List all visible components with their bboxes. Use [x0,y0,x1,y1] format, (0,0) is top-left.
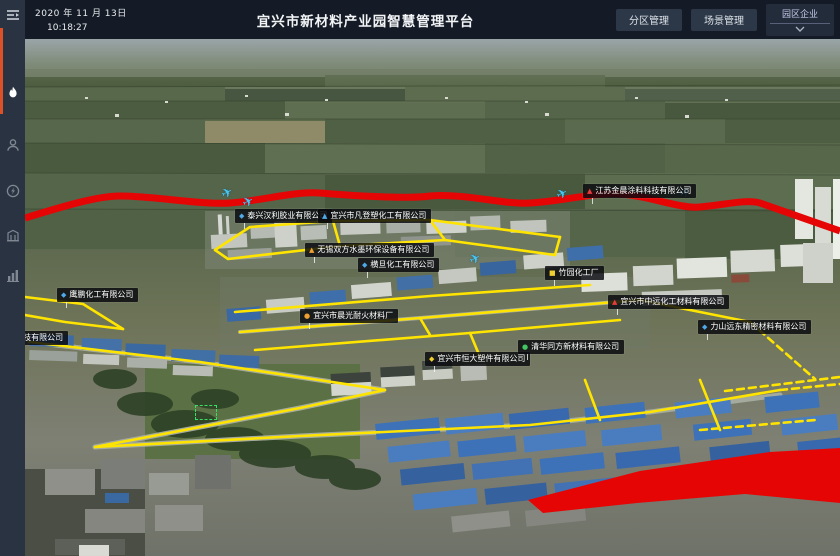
company-label[interactable]: ▲江苏金晨涂料科技有限公司 [583,184,696,198]
company-label[interactable]: ◆横旦化工有限公司 [358,258,439,272]
park-enterprise-label: 园区企业 [782,7,818,20]
company-marker-icon: ▲ [309,247,314,254]
company-name: 无锡双方水墨环保设备有限公司 [317,246,429,254]
datetime-block: 2020 年 11 月 13日 10:18:27 [25,6,145,33]
scene-management-button[interactable]: 场景管理 [691,9,757,31]
company-marker-icon: ◆ [702,324,707,331]
company-marker-icon: ▲ [587,188,592,195]
bar-chart-icon[interactable] [4,266,21,283]
company-name: 远东园环保科技有限公司 [25,334,63,342]
power-icon[interactable] [4,182,21,199]
company-marker-icon: ■ [549,270,556,277]
company-label[interactable]: ▲无锡双方水墨环保设备有限公司 [305,243,434,257]
menu-collapse-icon[interactable] [4,6,21,23]
map-3d-view[interactable]: ◆泰兴汉利胶业有限公司▲宜兴市凡登塑化工有限公司▲无锡双方水墨环保设备有限公司◆… [25,39,840,556]
chevron-down-icon [795,26,805,32]
company-label[interactable]: ●远东园环保科技有限公司 [25,331,68,345]
company-marker-icon: ◆ [429,356,434,363]
company-name: 泰兴汉利胶业有限公司 [247,212,327,220]
company-name: 竹园化工厂 [559,269,599,277]
company-name: 清华同方新材料有限公司 [531,343,619,351]
company-marker-icon: ◆ [362,262,367,269]
flame-icon[interactable] [4,84,21,101]
company-label[interactable]: ●清华同方新材料有限公司 [518,340,624,354]
company-label[interactable]: ●宜兴市晨光耐火材料厂 [300,309,398,323]
dropdown-divider [770,23,830,24]
company-name: 江苏金晨涂料科技有限公司 [595,187,691,195]
company-marker-icon: ● [522,344,528,351]
current-date: 2020 年 11 月 13日 [35,6,145,19]
company-label[interactable]: ◆力山远东精密材料有限公司 [698,320,811,334]
aircraft-marker-icon[interactable]: ✈ [467,250,484,268]
smart-park-platform: 2020 年 11 月 13日 10:18:27 宜兴市新材料产业园智慧管理平台… [0,0,840,556]
company-marker-icon: ● [304,313,310,320]
company-label[interactable]: ◆宜兴市恒大塑件有限公司 [425,352,530,366]
page-title: 宜兴市新材料产业园智慧管理平台 [145,10,616,30]
company-marker-icon: ▲ [322,213,327,220]
company-label[interactable]: ▲宜兴市凡登塑化工有限公司 [318,209,431,223]
aircraft-marker-icon[interactable]: ✈ [219,184,236,202]
top-header-bar: 2020 年 11 月 13日 10:18:27 宜兴市新材料产业园智慧管理平台… [25,0,840,39]
company-marker-icon: ◆ [61,292,66,299]
company-name: 鹰鹏化工有限公司 [69,291,133,299]
park-enterprise-dropdown[interactable]: 园区企业 [766,4,834,36]
current-time: 10:18:27 [35,23,145,33]
company-label[interactable]: ▲宜兴市中远化工材料有限公司 [608,295,729,309]
company-name: 宜兴市凡登塑化工有限公司 [330,212,426,220]
map-overlay-layer: ◆泰兴汉利胶业有限公司▲宜兴市凡登塑化工有限公司▲无锡双方水墨环保设备有限公司◆… [25,39,840,556]
company-label[interactable]: ◆鹰鹏化工有限公司 [57,288,138,302]
factory-building-icon[interactable] [4,226,21,243]
selection-box [195,405,217,420]
company-name: 宜兴市晨光耐火材料厂 [313,312,393,320]
company-label[interactable]: ■竹园化工厂 [545,266,604,280]
active-item-indicator [0,28,3,114]
aircraft-marker-icon[interactable]: ✈ [554,185,571,203]
company-name: 力山远东精密材料有限公司 [710,323,806,331]
company-name: 宜兴市恒大塑件有限公司 [437,355,525,363]
company-name: 宜兴市中远化工材料有限公司 [620,298,724,306]
company-marker-icon: ▲ [612,299,617,306]
zone-management-button[interactable]: 分区管理 [616,9,682,31]
left-toolbar [0,0,25,556]
company-marker-icon: ◆ [239,213,244,220]
company-name: 横旦化工有限公司 [370,261,434,269]
person-icon[interactable] [4,136,21,153]
